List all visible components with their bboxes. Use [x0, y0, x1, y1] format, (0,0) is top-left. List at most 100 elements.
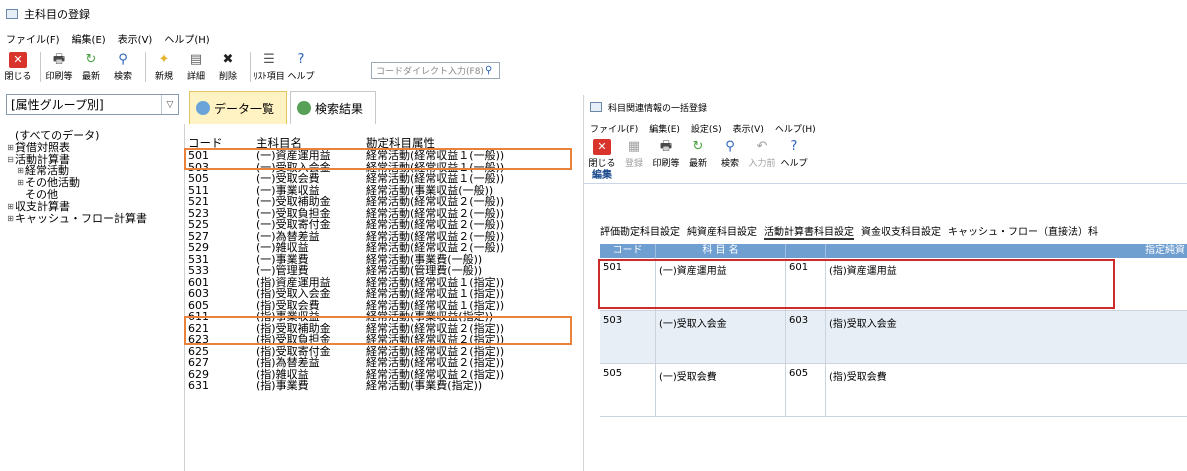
- table-row[interactable]: 603 (指)受取入会金 経常活動(経常収益１(指定)): [186, 288, 571, 300]
- detail-label: 詳細: [186, 72, 205, 82]
- table-row[interactable]: 521 (一)受取補助金 経常活動(経常収益２(一般)): [186, 196, 571, 208]
- table-row[interactable]: 503 (一)受取入会金 603 (指)受取入会金: [600, 311, 1187, 364]
- print-button[interactable]: 🖶 印刷等: [45, 52, 73, 82]
- cell-code: 503: [600, 311, 656, 363]
- table-row[interactable]: 631 (指)事業費 経常活動(事業費(指定)): [186, 380, 571, 392]
- menu-file[interactable]: ファイル(F): [6, 31, 60, 46]
- cell-attribute: 経常活動(経常収益１(一般)): [366, 172, 505, 185]
- cell-attribute: 経常活動(経常収益２(一般)): [366, 218, 505, 231]
- help-button[interactable]: ? ヘルプ: [780, 139, 808, 169]
- cell-attribute: 経常活動(事業費(指定)): [366, 379, 483, 392]
- table-row[interactable]: 533 (一)管理費 経常活動(管理費(一般)): [186, 265, 571, 277]
- menu-help[interactable]: ヘルプ(H): [775, 122, 816, 135]
- collapse-icon[interactable]: ⊟: [6, 154, 15, 166]
- search-icon[interactable]: ⚲: [485, 65, 499, 76]
- header-account-name[interactable]: 科 目 名: [656, 244, 786, 258]
- print-button[interactable]: 🖶 印刷等: [652, 139, 680, 169]
- help-label: ヘルプ: [287, 72, 315, 82]
- tree-node[interactable]: ⊞ 貸借対照表: [6, 141, 184, 154]
- print-icon: 🖶: [52, 52, 66, 67]
- setting-tabs: 評価勘定科目設定 純資産科目設定 活動計算書科目設定 資金収支科目設定 キャッシュ・フロ…: [600, 223, 1105, 240]
- header-code[interactable]: コード: [600, 244, 656, 258]
- expand-icon[interactable]: ⊞: [6, 201, 15, 213]
- close-button[interactable]: ✕ 閉じる: [588, 139, 616, 169]
- refresh-icon: ↻: [692, 139, 704, 154]
- cell-account-name: (一)受取会費: [256, 172, 320, 185]
- menu-file[interactable]: ファイル(F): [590, 122, 638, 135]
- tree-node-label: その他: [25, 187, 58, 201]
- view-tabs: データ一覧 検索結果: [189, 91, 379, 124]
- menu-help[interactable]: ヘルプ(H): [164, 31, 209, 46]
- menu-settings[interactable]: 設定(S): [691, 122, 722, 135]
- setting-tab[interactable]: 活動計算書科目設定: [764, 223, 854, 240]
- print-icon: 🖶: [659, 139, 673, 154]
- search-button[interactable]: ⚲ 検索: [109, 52, 137, 82]
- refresh-label: 最新: [81, 72, 100, 82]
- new-button[interactable]: ✦ 新規: [150, 52, 178, 82]
- detail-button[interactable]: ▤ 詳細: [182, 52, 210, 82]
- setting-tab[interactable]: キャッシュ・フロー（直接法）科: [948, 223, 1098, 240]
- cell-account-name: (指)為替差益: [256, 356, 320, 369]
- setting-tab[interactable]: 資金収支科目設定: [861, 223, 941, 240]
- search-button[interactable]: ⚲ 検索: [716, 139, 744, 169]
- tree-node[interactable]: ⊞ キャッシュ・フロー計算書: [6, 212, 184, 225]
- detail-icon: ▤: [189, 52, 203, 67]
- cell-attribute: 経常活動(経常収益１(指定)): [366, 287, 505, 300]
- tree-node[interactable]: ⊞ 収支計算書: [6, 200, 184, 213]
- title-bar: 科目関連情報の一括登録: [584, 95, 1187, 119]
- close-label: 閉じる: [588, 159, 616, 169]
- menu-view[interactable]: 表示(V): [733, 122, 764, 135]
- window-icon: [6, 9, 18, 19]
- expand-icon[interactable]: ⊞: [16, 177, 25, 189]
- toolbar-separator: [145, 52, 146, 82]
- cell-code: 525: [188, 218, 209, 231]
- table-row[interactable]: 505 (一)受取会費 605 (指)受取会費: [600, 364, 1187, 417]
- attribute-group-select[interactable]: [属性グループ別] ▽: [6, 94, 179, 115]
- window-icon: [590, 102, 602, 112]
- tree-node[interactable]: その他: [6, 189, 184, 201]
- undo-button[interactable]: ↶ 入力前: [748, 139, 776, 169]
- data-list-icon: [196, 101, 210, 115]
- chevron-down-icon[interactable]: ▽: [161, 95, 178, 114]
- cell-designated-code: 605: [786, 364, 826, 416]
- cell-account-name: (一)管理費: [256, 264, 309, 277]
- list-items-button[interactable]: ☰ ﾘｽﾄ項目: [253, 52, 285, 82]
- cell-account-name: (一)受取寄付金: [256, 218, 331, 231]
- table-row[interactable]: 505 (一)受取会費 経常活動(経常収益１(一般)): [186, 173, 571, 185]
- delete-label: 削除: [218, 72, 237, 82]
- setting-tab[interactable]: 純資産科目設定: [687, 223, 757, 240]
- category-tree: (すべてのデータ) ⊞ 貸借対照表 ⊟ 活動計算書 ⊞ 経常活動 ⊞ その他活動 その他 ⊞ 収支計算…: [6, 130, 184, 224]
- refresh-button[interactable]: ↻ 最新: [77, 52, 105, 82]
- title-bar: 主科目の登録: [0, 0, 582, 28]
- expand-icon[interactable]: ⊞: [16, 165, 25, 177]
- new-label: 新規: [154, 72, 173, 82]
- help-label: ヘルプ: [780, 159, 808, 169]
- tab-data-list[interactable]: データ一覧: [189, 91, 288, 124]
- search-icon: ⚲: [118, 52, 128, 67]
- expand-icon[interactable]: ⊞: [6, 213, 15, 225]
- table-row[interactable]: 525 (一)受取寄付金 経常活動(経常収益２(一般)): [186, 219, 571, 231]
- delete-button[interactable]: ✖ 削除: [214, 52, 242, 82]
- help-button[interactable]: ? ヘルプ: [287, 52, 315, 82]
- menu-edit[interactable]: 編集(E): [649, 122, 680, 135]
- table-row[interactable]: 529 (一)雑収益 経常活動(経常収益２(一般)): [186, 242, 571, 254]
- table-row[interactable]: 627 (指)為替差益 経常活動(経常収益２(指定)): [186, 357, 571, 369]
- setting-tab[interactable]: 評価勘定科目設定: [600, 223, 680, 240]
- tab-search-results[interactable]: 検索結果: [290, 91, 377, 124]
- menu-view[interactable]: 表示(V): [118, 31, 153, 46]
- list-icon: ☰: [263, 52, 275, 67]
- print-label: 印刷等: [45, 72, 73, 82]
- menu-bar: ファイル(F) 編集(E) 表示(V) ヘルプ(H): [0, 28, 582, 48]
- menu-edit[interactable]: 編集(E): [72, 31, 106, 46]
- pane-divider[interactable]: [184, 124, 185, 471]
- cell-account-name: (一)受取補助金: [256, 195, 331, 208]
- cell-account-name: (一)受取会費: [656, 364, 786, 416]
- close-button[interactable]: ✕ 閉じる: [4, 52, 32, 82]
- direct-code-input[interactable]: コードダイレクト入力(F8) ⚲: [371, 62, 500, 79]
- header-designated-net-assets[interactable]: 指定純資: [826, 244, 1187, 258]
- refresh-button[interactable]: ↻ 最新: [684, 139, 712, 169]
- register-button[interactable]: ▦ 登録: [620, 139, 648, 169]
- window-title: 科目関連情報の一括登録: [608, 103, 708, 114]
- direct-code-placeholder: コードダイレクト入力(F8): [376, 67, 484, 77]
- expand-icon[interactable]: ⊞: [6, 142, 15, 154]
